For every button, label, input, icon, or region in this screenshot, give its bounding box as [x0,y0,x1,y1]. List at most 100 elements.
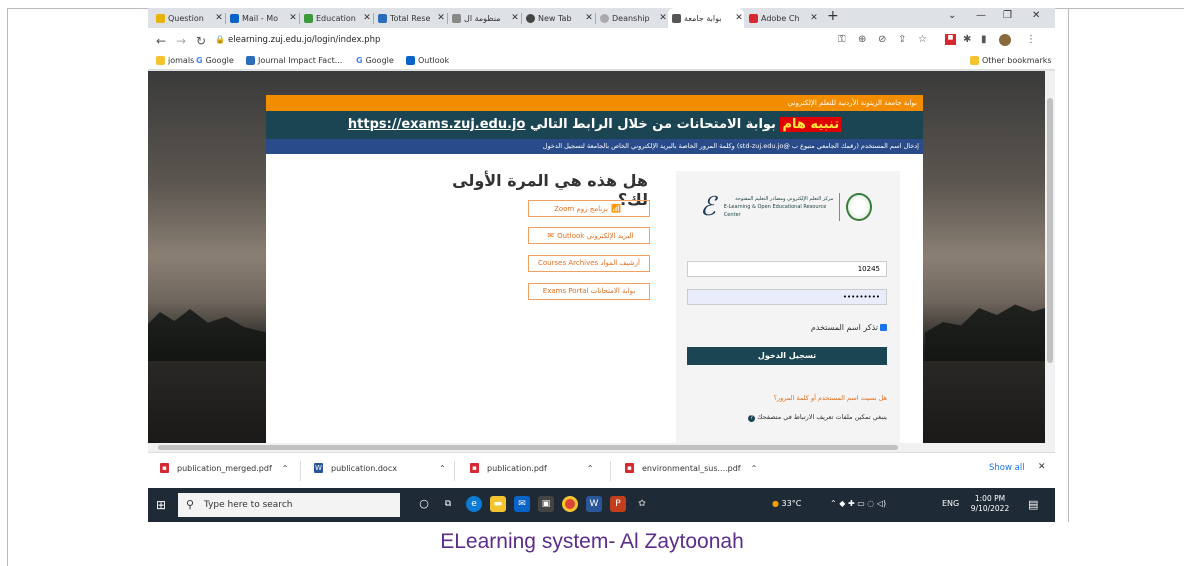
word-icon[interactable]: W [586,496,602,512]
close-window-button[interactable]: ✕ [1032,10,1040,21]
share-icon[interactable]: ⇪ [898,34,906,45]
notification-icon[interactable]: ▤ [1028,498,1038,511]
chevron-up-icon[interactable]: ⌃ [587,464,594,473]
address-bar[interactable]: 🔒 elearning.zuj.edu.jo/login/index.php [208,32,818,48]
tab-search-icon[interactable]: ⌄ [948,10,956,21]
university-seal-icon [846,193,872,221]
forward-icon[interactable]: → [176,34,186,48]
folder-icon [156,56,165,65]
tab-deanship[interactable]: Deanship ✕ [596,8,668,28]
bookmarks-bar: jomals G Google Journal Impact Fact... GG… [148,53,1055,70]
bookmark-journal-impact[interactable]: Journal Impact Fact... [246,56,342,65]
close-icon[interactable]: ✕ [809,13,819,23]
taskbar-search[interactable]: ⚲ Type here to search [178,493,400,517]
chevron-up-icon[interactable]: ⌃ [751,464,758,473]
tab-total-research[interactable]: Total Rese ✕ [374,8,446,28]
sidebar-icon[interactable]: ▮ [981,34,987,45]
app-icon[interactable]: ✿ [634,496,650,512]
other-bookmarks[interactable]: Other bookmarks [970,56,1052,65]
weather-temp: 33°C [781,499,802,508]
download-item[interactable]: ▪ publication_merged.pdf ⌃ [160,463,288,473]
courses-archive-link-button[interactable]: أرشيف المواد Courses Archives [528,255,650,272]
maximize-button[interactable]: ❐ [1003,10,1012,21]
login-button[interactable]: تسجيل الدخول [687,347,887,365]
windows-start-icon[interactable]: ⊞ [156,498,166,512]
tab-zuj-portal[interactable]: بوابة جامعة ✕ [668,8,744,28]
task-view-icon[interactable]: ⧉ [440,496,456,512]
background-trees [148,309,268,366]
bookmark-outlook[interactable]: Outlook [406,56,449,65]
mail-icon[interactable]: ✉ [514,496,530,512]
forgot-credentials-link[interactable]: هل نسيت اسم المستخدم أو كلمة المرور؟ [687,394,887,402]
exams-portal-link[interactable]: https://exams.zuj.edu.jo [348,117,526,132]
close-icon[interactable]: ✕ [658,13,668,23]
close-icon[interactable]: ✕ [584,13,594,23]
tab-adobe[interactable]: Adobe Ch ✕ [745,8,819,28]
password-field[interactable]: ••••••••• [687,289,887,305]
download-item[interactable]: Wpublication.docx ⌃ [314,463,446,473]
tab-question[interactable]: Question ✕ [152,8,224,28]
eye-off-icon[interactable]: ⊘ [878,34,886,45]
minimize-button[interactable]: — [976,10,986,21]
chevron-up-icon[interactable]: ⌃ [282,464,289,473]
download-item[interactable]: ▪ environmental_sus....pdf ⌃ [625,463,757,473]
close-icon[interactable]: ✕ [436,13,446,23]
edge-icon[interactable]: e [466,496,482,512]
tab-system[interactable]: منظومة ال ✕ [448,8,520,28]
windows-taskbar: ⊞ ⚲ Type here to search ○ ⧉ e ▬ ✉ ▣ W P … [148,488,1055,522]
search-icon: ⚲ [186,498,195,511]
close-icon[interactable]: ✕ [288,13,298,23]
show-all-downloads[interactable]: Show all [989,463,1025,473]
url-text: elearning.zuj.edu.jo/login/index.php [228,35,381,45]
back-icon[interactable]: ← [156,34,166,48]
close-icon[interactable]: ✕ [510,13,520,23]
bookmark-google[interactable]: G Google [196,56,234,65]
zoom-link-button[interactable]: 📶برنامج زوم Zoom [528,200,650,217]
help-icon[interactable]: ? [748,415,756,422]
bookmark-google-2[interactable]: G Google [356,56,394,65]
system-clock[interactable]: 1:00 PM 9/10/2022 [968,494,1012,514]
tab-mail[interactable]: Mail - Mo ✕ [226,8,298,28]
new-tab-button[interactable]: + [827,8,839,24]
exams-portal-button[interactable]: بوابة الامتحانات Exams Portal [528,283,650,300]
checkbox-checked-icon[interactable] [880,324,887,331]
reload-icon[interactable]: ↻ [196,34,206,48]
key-icon[interactable]: ⚿ [838,34,846,45]
close-icon[interactable]: ✕ [1038,462,1046,472]
language-indicator[interactable]: ENG [942,499,959,508]
outlook-link-button[interactable]: البريد الإلكتروني Outlook✉ [528,227,650,244]
remember-username[interactable]: تذكر اسم المستخدم [687,323,887,332]
zoom-icon[interactable]: ⊕ [858,34,866,45]
google-icon: G [196,56,203,65]
close-icon[interactable]: ✕ [214,13,224,23]
horizontal-scroll-thumb[interactable] [158,445,898,450]
clock-time: 1:00 PM [974,494,1006,503]
avatar[interactable] [999,34,1011,46]
chrome-icon[interactable] [562,496,578,512]
star-icon[interactable]: ☆ [918,34,927,45]
puzzle-icon[interactable]: ✱ [963,34,971,45]
tab-new-tab[interactable]: New Tab ✕ [522,8,594,28]
tab-education[interactable]: Education ✕ [300,8,372,28]
tray-icons[interactable]: ⌃ ◆ ✚ ▭ ◌ ◁) [830,499,886,508]
store-icon[interactable]: ▣ [538,496,554,512]
menu-icon[interactable]: ⋮ [1026,34,1036,45]
extension-icon[interactable]: ■ [945,34,956,45]
bookmark-label: Google [205,56,234,65]
folder-icon [970,56,979,65]
pdf-icon: ▪ [625,463,634,473]
cortana-icon[interactable]: ○ [416,496,432,512]
bookmark-jomals[interactable]: jomals [156,56,194,65]
username-field[interactable]: 10245 [687,261,887,277]
powerpoint-icon[interactable]: P [610,496,626,512]
close-icon[interactable]: ✕ [362,13,372,23]
file-explorer-icon[interactable]: ▬ [490,496,506,512]
logo-e-mark: ℰ [700,192,716,222]
download-item[interactable]: ▪ publication.pdf ⌃ [470,463,594,473]
chevron-up-icon[interactable]: ⌃ [439,464,446,473]
vertical-scroll-thumb[interactable] [1047,98,1053,363]
close-icon[interactable]: ✕ [734,13,744,23]
weather-widget[interactable]: ● 33°C [772,499,801,508]
tab-label: Question [168,13,204,23]
download-name: publication.pdf [487,463,547,473]
